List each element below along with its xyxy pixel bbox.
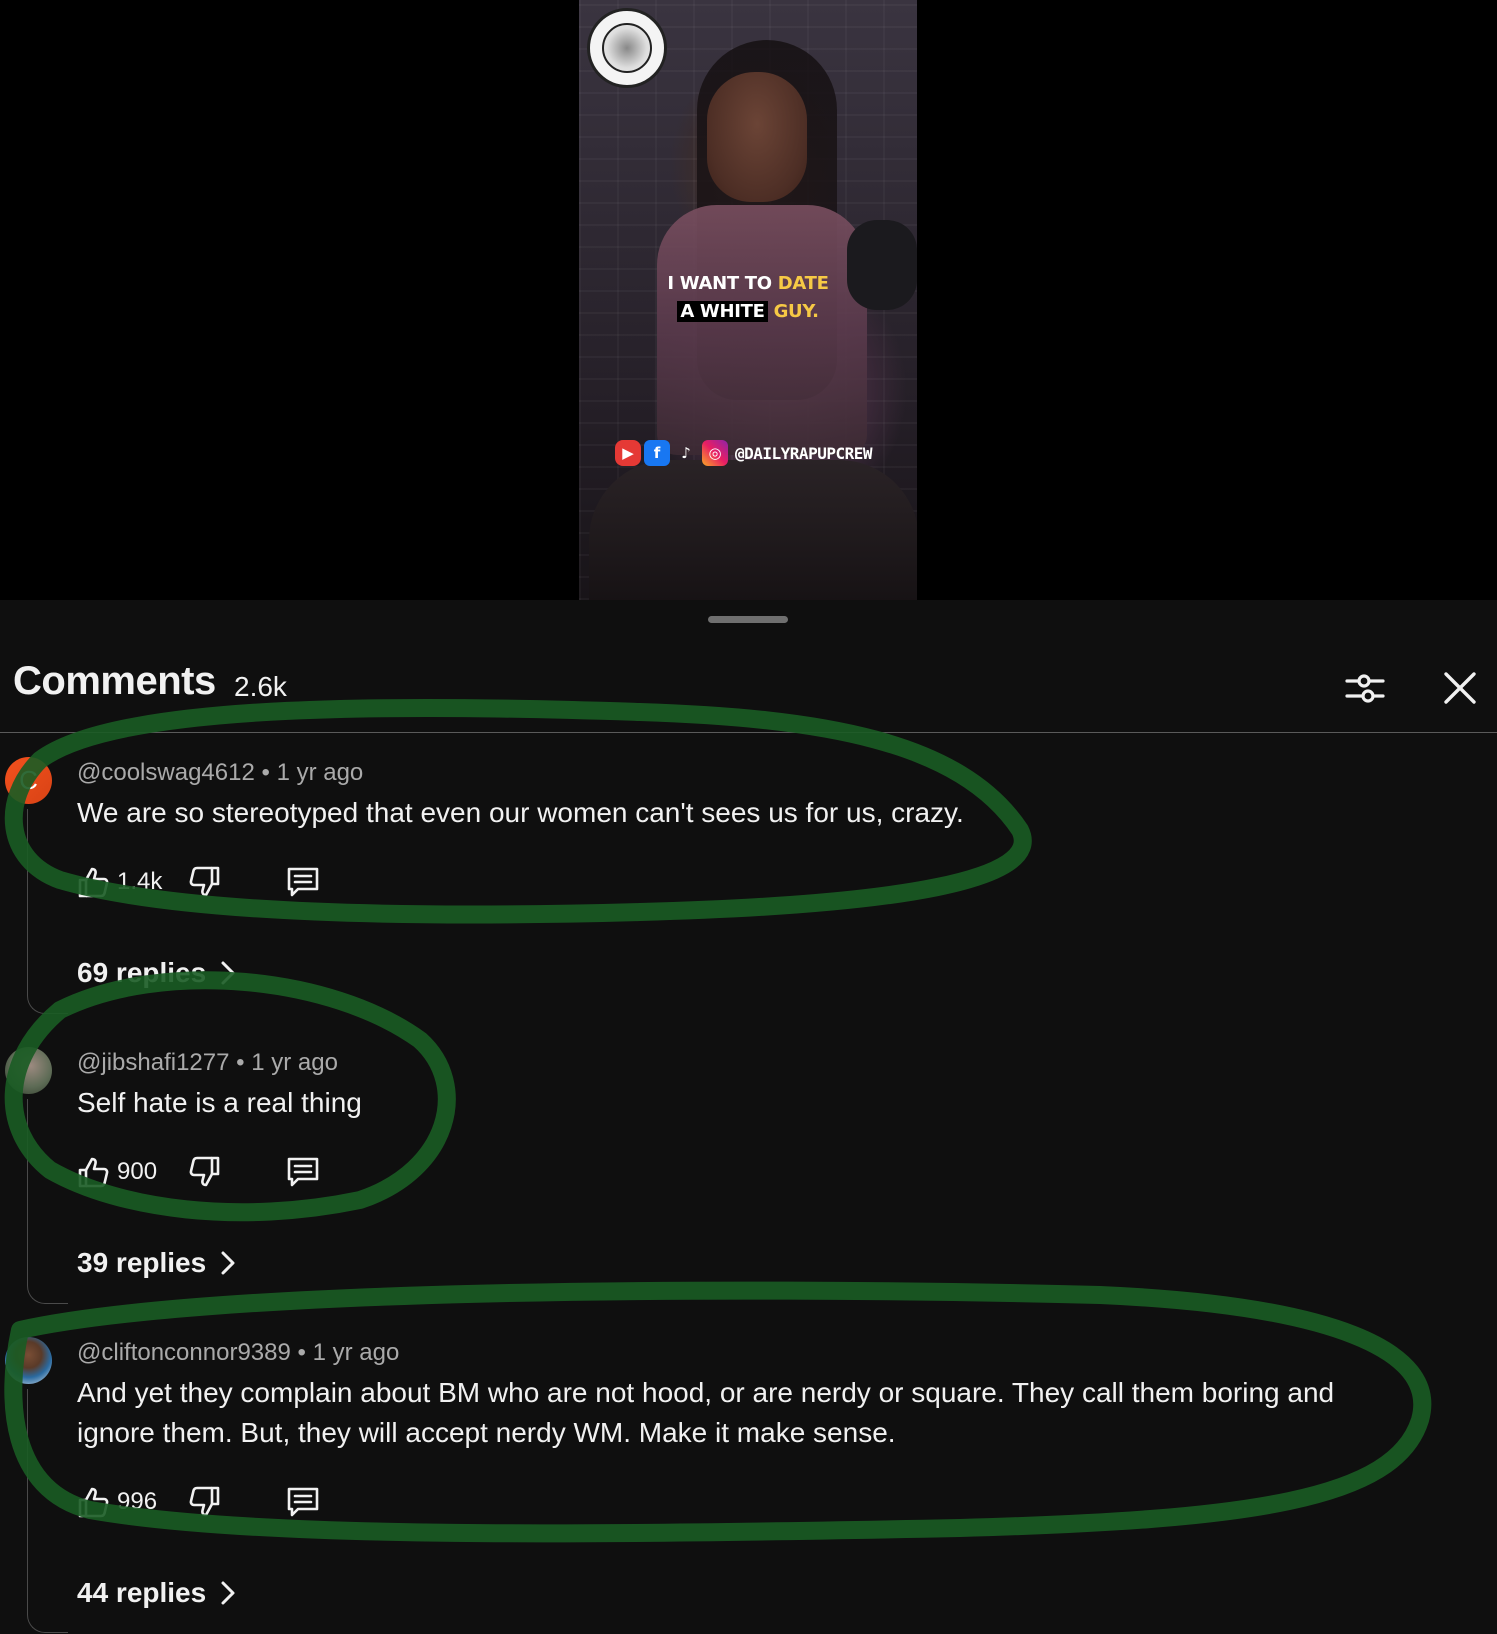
social-handles-strip: ▶ f ♪ ◎ @DAILYRAPUPCREW — [615, 440, 873, 466]
avatar[interactable]: C — [5, 757, 52, 804]
chevron-right-icon — [221, 1581, 235, 1605]
thread-connector — [27, 809, 68, 1014]
comment-text: Self hate is a real thing — [77, 1087, 362, 1118]
close-comments-button[interactable] — [1435, 663, 1485, 713]
thumbs-down-icon — [189, 866, 220, 897]
comment-text: And yet they complain about BM who are n… — [77, 1377, 1335, 1448]
comments-header: Comments 2.6k — [0, 655, 1497, 733]
comment-reply-icon — [287, 867, 319, 897]
reply-button[interactable] — [285, 1482, 321, 1522]
sliders-icon — [1345, 674, 1385, 703]
caption-text-white: I WANT TO — [667, 273, 772, 294]
thumbs-up-icon — [78, 1487, 109, 1518]
dislike-button[interactable] — [187, 862, 221, 902]
reply-button[interactable] — [285, 1152, 321, 1192]
thumbs-up-icon — [78, 867, 109, 898]
meta-separator: • — [261, 759, 277, 786]
replies-count: 69 replies — [77, 957, 207, 988]
seal-emblem — [602, 23, 652, 73]
caption-text-highlight: DATE — [777, 273, 829, 294]
channel-seal-logo — [587, 8, 667, 88]
comment-time: 1 yr ago — [312, 1339, 400, 1366]
like-count: 996 — [117, 1488, 158, 1515]
tiktok-icon: ♪ — [681, 444, 691, 462]
comment-reply-icon — [287, 1487, 319, 1517]
caption-line-2: A WHITE GUY. — [579, 298, 917, 326]
chevron-right-icon — [221, 1251, 235, 1275]
comment-meta: @jibshafi1277 • 1 yr ago — [77, 1049, 338, 1077]
social-handle: @DAILYRAPUPCREW — [735, 443, 873, 463]
video-subject-torso — [657, 205, 867, 455]
comment-author[interactable]: @cliftonconnor9389 — [77, 1339, 291, 1366]
comment-time: 1 yr ago — [251, 1049, 338, 1076]
comment-time: 1 yr ago — [276, 759, 364, 786]
like-count: 1.4k — [117, 868, 163, 895]
video-frame[interactable]: I WANT TO DATE A WHITE GUY. ▶ f ♪ ◎ @DAI… — [579, 0, 917, 600]
caption-line-1: I WANT TO DATE — [579, 270, 917, 298]
video-caption: I WANT TO DATE A WHITE GUY. — [579, 270, 917, 326]
avatar[interactable] — [5, 1337, 52, 1384]
sort-filter-button[interactable] — [1340, 663, 1390, 713]
view-replies-button[interactable]: 44 replies — [77, 1577, 236, 1609]
thread-connector — [27, 1389, 68, 1633]
comment-text: We are so stereotyped that even our wome… — [77, 797, 964, 828]
meta-separator: • — [297, 1339, 313, 1366]
like-button[interactable]: 1.4k — [77, 862, 162, 902]
comment-meta: @cliftonconnor9389 • 1 yr ago — [77, 1339, 399, 1367]
thread-connector — [27, 1099, 68, 1304]
meta-separator: • — [236, 1049, 252, 1076]
avatar[interactable] — [5, 1047, 52, 1094]
comment-author[interactable]: @coolswag4612 — [77, 759, 255, 786]
caption-text-highlight: GUY. — [773, 301, 819, 322]
chevron-right-icon — [221, 961, 235, 985]
sheet-drag-handle[interactable] — [708, 616, 788, 623]
view-replies-button[interactable]: 69 replies — [77, 957, 236, 989]
dislike-button[interactable] — [187, 1482, 221, 1522]
video-subject-face — [707, 72, 807, 202]
thumbs-up-icon — [78, 1157, 109, 1188]
comments-count: 2.6k — [234, 671, 287, 702]
thumbs-down-icon — [189, 1156, 220, 1187]
comment-meta: @coolswag4612 • 1 yr ago — [77, 759, 363, 787]
like-button[interactable]: 900 — [77, 1152, 157, 1192]
dislike-button[interactable] — [187, 1152, 221, 1192]
comment-reply-icon — [287, 1157, 319, 1187]
replies-count: 44 replies — [77, 1577, 207, 1608]
like-count: 900 — [117, 1158, 158, 1185]
thumbs-down-icon — [189, 1486, 220, 1517]
comment-author[interactable]: @jibshafi1277 — [77, 1049, 229, 1076]
youtube-icon: ▶ — [615, 440, 641, 466]
replies-count: 39 replies — [77, 1247, 207, 1278]
facebook-icon: f — [644, 440, 670, 466]
caption-text-white-boxed: A WHITE — [677, 301, 768, 322]
close-icon — [1444, 672, 1476, 704]
instagram-icon: ◎ — [702, 440, 728, 466]
view-replies-button[interactable]: 39 replies — [77, 1247, 236, 1279]
video-player[interactable]: I WANT TO DATE A WHITE GUY. ▶ f ♪ ◎ @DAI… — [0, 0, 1497, 600]
reply-button[interactable] — [285, 862, 321, 902]
like-button[interactable]: 996 — [77, 1482, 157, 1522]
comments-title: Comments — [13, 659, 216, 703]
video-subject-legs — [589, 460, 917, 600]
